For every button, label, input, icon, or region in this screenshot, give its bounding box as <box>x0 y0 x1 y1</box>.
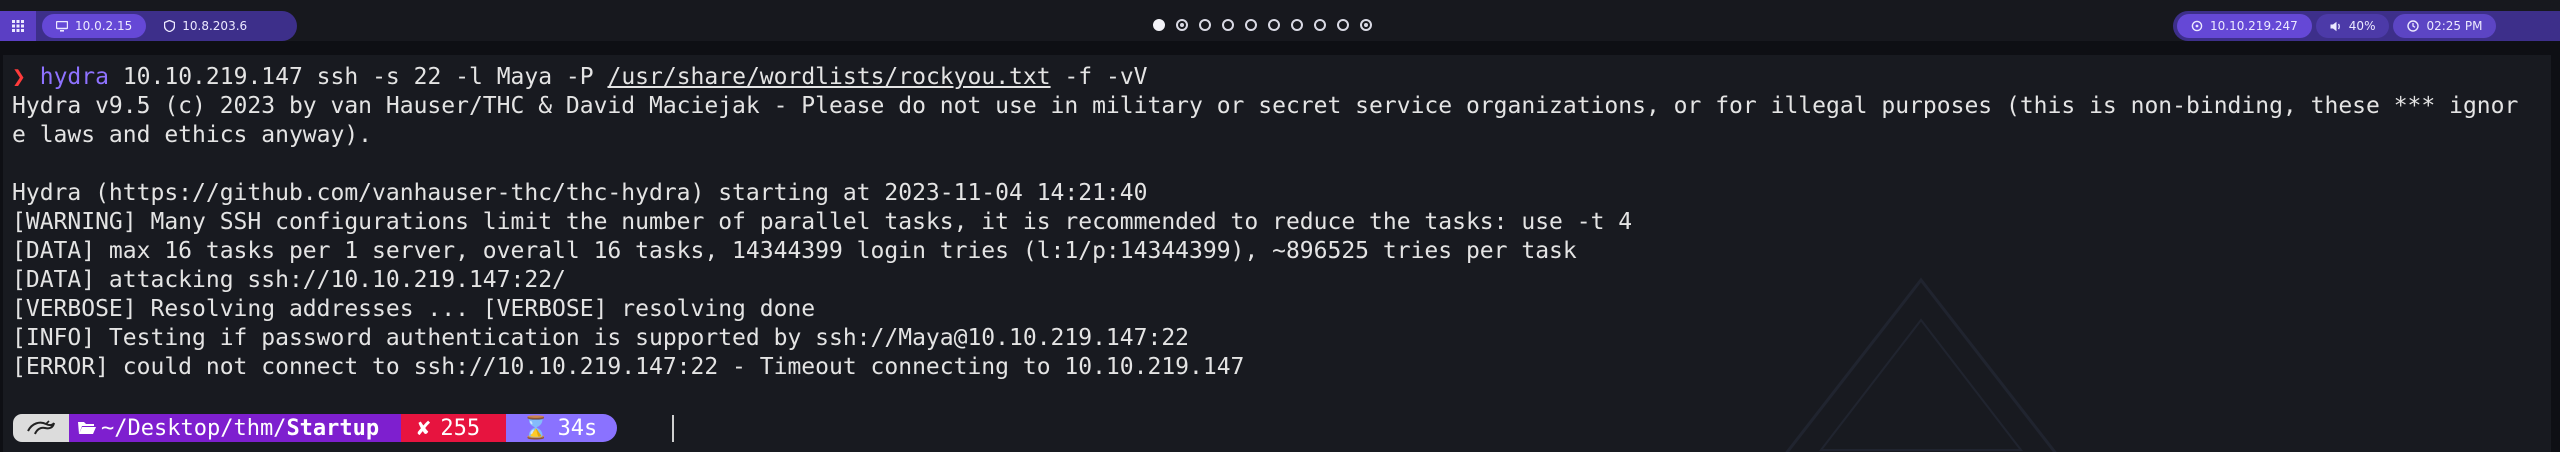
kali-dragon-icon <box>27 420 55 435</box>
command-name: hydra <box>39 64 109 90</box>
vpn-ip-text: 10.8.203.6 <box>182 19 248 33</box>
vpn-ip-widget[interactable]: 10.8.203.6 <box>150 11 261 41</box>
folder-open-icon <box>78 422 96 434</box>
duration-text: 34s <box>557 415 598 441</box>
target-ip-widget[interactable]: 10.10.219.247 <box>2177 14 2312 38</box>
top-status-bar: 10.0.2.15 10.8.203.6 10.10.219.247 40% 0… <box>0 0 2560 41</box>
local-ip-widget[interactable]: 10.0.2.15 <box>42 14 147 38</box>
prompt-chevron: ❯ <box>12 64 26 90</box>
output-line: [WARNING] Many SSH configurations limit … <box>12 209 1633 235</box>
error-cross-icon: ✘ <box>417 415 431 441</box>
output-line: [INFO] Testing if password authenticatio… <box>12 325 1190 351</box>
os-segment <box>13 414 69 442</box>
clock-widget[interactable]: 02:25 PM <box>2393 14 2497 38</box>
duration-segment: ⌛ 34s <box>506 414 618 442</box>
volume-text: 40% <box>2348 19 2376 33</box>
output-line: [DATA] attacking ssh://10.10.219.147:22/ <box>12 267 566 293</box>
output-line: [VERBOSE] Resolving addresses ... [VERBO… <box>12 296 816 322</box>
text-cursor <box>672 415 674 442</box>
wordlist-path-link[interactable]: /usr/share/wordlists/rockyou.txt <box>607 64 1050 90</box>
workspace-4-button[interactable] <box>1222 19 1234 31</box>
workspace-1-button[interactable] <box>1153 19 1165 31</box>
workspace-2-button[interactable] <box>1176 19 1188 31</box>
grid-icon <box>12 20 24 32</box>
output-line: [ERROR] could not connect to ssh://10.10… <box>12 354 1245 380</box>
output-line: e laws and ethics anyway). <box>12 122 373 148</box>
volume-widget[interactable]: 40% <box>2315 14 2390 38</box>
command-flags: -f -vV <box>1050 64 1148 90</box>
output-line: Hydra v9.5 (c) 2023 by van Hauser/THC & … <box>12 93 2519 119</box>
command-args: 10.10.219.147 ssh -s 22 -l Maya -P <box>108 64 608 90</box>
output-line: Hydra (https://github.com/vanhauser-thc/… <box>12 180 1148 206</box>
shield-icon <box>164 20 176 32</box>
terminal-window[interactable]: ❯ hydra 10.10.219.147 ssh -s 22 -l Maya … <box>3 55 2551 452</box>
menu-button[interactable] <box>0 11 36 41</box>
dir-prefix: ~/Desktop/thm/ <box>101 415 287 441</box>
workspace-switcher <box>1153 19 1372 31</box>
target-ip-text: 10.10.219.247 <box>2210 19 2298 33</box>
speaker-icon <box>2330 21 2340 31</box>
workspace-5-button[interactable] <box>1245 19 1257 31</box>
exit-status-segment: ✘ 255 <box>401 414 507 442</box>
hourglass-icon: ⌛ <box>522 415 550 441</box>
dir-current: Startup <box>286 415 380 441</box>
workspace-3-button[interactable] <box>1199 19 1211 31</box>
local-ip-text: 10.0.2.15 <box>75 19 133 33</box>
exit-code: 255 <box>440 415 481 441</box>
system-pill: 10.10.219.247 40% 02:25 PM <box>2173 11 2560 41</box>
workspace-8-button[interactable] <box>1314 19 1326 31</box>
target-icon <box>2191 20 2203 32</box>
directory-segment: ~/Desktop/thm/Startup <box>69 414 402 442</box>
output-line: [DATA] max 16 tasks per 1 server, overal… <box>12 238 1577 264</box>
workspace-7-button[interactable] <box>1291 19 1303 31</box>
command-line: ❯ hydra 10.10.219.147 ssh -s 22 -l Maya … <box>12 63 2547 92</box>
workspace-10-button[interactable] <box>1360 19 1372 31</box>
clock-text: 02:25 PM <box>2426 19 2483 33</box>
network-pill: 10.0.2.15 10.8.203.6 <box>0 11 297 41</box>
workspace-9-button[interactable] <box>1337 19 1349 31</box>
shell-prompt: ~/Desktop/thm/Startup ✘ 255 ⌛ 34s <box>13 414 618 442</box>
terminal-output: ❯ hydra 10.10.219.147 ssh -s 22 -l Maya … <box>12 63 2547 382</box>
clock-icon <box>2407 20 2420 32</box>
workspace-6-button[interactable] <box>1268 19 1280 31</box>
monitor-icon <box>56 20 68 32</box>
